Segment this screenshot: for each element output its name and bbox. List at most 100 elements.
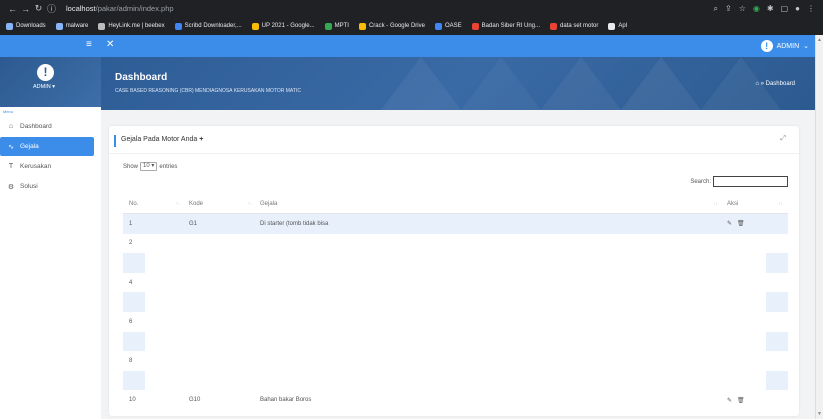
browser-chrome: ← → ↻ ⓘ localhost/pakar/admin/index.php … — [0, 0, 823, 35]
address-bar[interactable]: localhost/pakar/admin/index.php — [66, 4, 174, 13]
bookmark-item[interactable]: MPTI — [324, 22, 349, 30]
scroll-down-icon[interactable]: ▼ — [817, 411, 822, 417]
bookmark-favicon-icon — [550, 22, 558, 30]
sidebar-item-gejala[interactable]: ∿ Gejala — [0, 137, 94, 156]
profile-icon[interactable]: ● — [795, 4, 800, 14]
page-title: Dashboard — [115, 72, 168, 83]
gear-icon: ⚙ — [7, 183, 15, 191]
user-logo-icon: ! — [37, 64, 54, 81]
col-kode[interactable]: Kode — [189, 201, 203, 207]
entries-length-control: Show 10 ▾ entries — [123, 162, 178, 171]
table-row: 5 — [123, 292, 788, 312]
table-row: 6 — [123, 312, 788, 332]
page-scrollbar[interactable]: ▲ ▼ — [815, 35, 823, 419]
bookmark-favicon-icon — [251, 22, 259, 30]
sidebar-item-kerusakan[interactable]: T Kerusakan — [0, 157, 101, 176]
row-stripe-left — [123, 370, 145, 391]
user-avatar-icon: ! — [760, 40, 773, 52]
col-gejala[interactable]: Gejala — [260, 201, 277, 207]
app-topbar: ≡ ✕ ! ADMIN ⌄ — [0, 35, 823, 57]
sidebar-item-label: Gejala — [20, 143, 39, 150]
bookmark-item[interactable]: Downloads — [6, 22, 46, 30]
edit-icon[interactable]: ✎ — [727, 397, 732, 404]
cell-kode: G1 — [189, 220, 198, 227]
url-host: localhost — [66, 4, 96, 13]
row-actions: ✎ 🗑 — [727, 220, 745, 227]
bookmark-favicon-icon — [6, 22, 13, 30]
bookmark-item[interactable]: malware — [55, 22, 88, 30]
col-aksi[interactable]: Aksi — [727, 201, 738, 207]
table-row: 9 — [123, 370, 788, 391]
table-row: 1 G1 Di starter (tomb tidak bisa ✎ 🗑 — [123, 214, 788, 234]
cell-no: 4 — [129, 279, 133, 286]
card-accent-bar — [114, 135, 116, 147]
info-icon[interactable]: ⓘ — [45, 2, 58, 15]
bookmark-item[interactable]: Apl — [608, 22, 627, 30]
trash-icon[interactable]: 🗑 — [737, 220, 745, 227]
home-icon: ⌂ — [8, 123, 14, 130]
sidebar-user-name[interactable]: ADMIN ▾ — [33, 84, 55, 90]
close-icon[interactable]: ✕ — [106, 39, 114, 50]
window-icon[interactable]: ▢ — [781, 4, 789, 14]
search-input[interactable] — [713, 176, 788, 187]
breadcrumb[interactable]: ⌂ » Dashboard — [755, 81, 795, 87]
bookmark-favicon-icon — [434, 22, 442, 30]
entries-select[interactable]: 10 ▾ — [140, 162, 158, 171]
sidebar-profile: ! ADMIN ▾ — [0, 57, 101, 107]
gejala-card: Gejala Pada Motor Anda + ⤢ Show 10 ▾ ent… — [109, 126, 799, 416]
tag-icon: T — [8, 163, 14, 170]
zoom-icon[interactable]: ⌕ — [714, 4, 718, 14]
sort-icon: ↑↓ — [175, 200, 180, 207]
trash-icon[interactable]: 🗑 — [737, 397, 745, 404]
bookmark-favicon-icon — [98, 22, 106, 30]
search-control: Search: — [690, 176, 788, 187]
bookmark-item[interactable]: OASE — [434, 22, 462, 30]
shield-icon[interactable]: ◉ — [753, 4, 760, 14]
sort-icon: ↑↓ — [713, 200, 718, 207]
page-banner: Dashboard CASE BASED REASONING (CBR) MEN… — [101, 57, 815, 110]
home-icon: ⌂ — [755, 81, 759, 87]
hamburger-icon[interactable]: ≡ — [86, 39, 92, 50]
edit-icon[interactable]: ✎ — [727, 220, 732, 227]
sidebar-item-solusi[interactable]: ⚙ Solusi — [0, 177, 101, 196]
row-stripe-right — [766, 253, 788, 273]
bookmark-item[interactable]: Crack - Google Drive — [358, 22, 425, 30]
scroll-up-icon[interactable]: ▲ — [817, 37, 822, 43]
sort-icon: ↑↓ — [778, 200, 783, 207]
cell-no: 2 — [129, 240, 133, 247]
sidebar-item-dashboard[interactable]: ⌂ Dashboard — [0, 117, 101, 136]
page-subtitle: CASE BASED REASONING (CBR) MENDIAGNOSA K… — [115, 88, 301, 94]
row-stripe-right — [766, 331, 788, 352]
add-icon[interactable]: + — [199, 136, 203, 143]
share-icon[interactable]: ⇪ — [725, 4, 732, 14]
menu-dots-icon[interactable]: ⋮ — [807, 4, 815, 14]
reload-icon[interactable]: ↻ — [32, 3, 45, 14]
table-row: 3 — [123, 253, 788, 273]
table-row: 7 — [123, 331, 788, 352]
admin-user-menu[interactable]: ! ADMIN ⌄ — [760, 40, 809, 52]
sidebar-item-label: Dashboard — [20, 123, 52, 130]
sidebar-item-label: Kerusakan — [20, 163, 52, 170]
cell-gejala: Bahan bakar Boros — [260, 397, 312, 404]
expand-icon[interactable]: ⤢ — [780, 135, 786, 143]
row-actions: ✎ 🗑 — [727, 397, 745, 404]
bookmark-item[interactable]: UP 2021 - Google... — [251, 22, 315, 30]
col-no[interactable]: No. — [129, 201, 138, 207]
cell-no: 1 — [129, 220, 133, 227]
gejala-table: No. ↑↓ Kode ↑↓ Gejala ↑↓ Aksi ↑↓ 1 G1 Di s… — [123, 194, 788, 410]
menu-section-label: Menu — [3, 109, 14, 114]
bookmark-item[interactable]: Badan Siber RI Ung... — [471, 22, 540, 30]
table-row: 8 — [123, 351, 788, 371]
row-stripe-right — [766, 370, 788, 391]
back-icon[interactable]: ← — [6, 4, 19, 14]
cell-no: 10 — [129, 397, 136, 404]
star-icon[interactable]: ☆ — [739, 4, 746, 14]
cell-gejala: Di starter (tomb tidak bisa — [260, 220, 329, 227]
forward-icon[interactable]: → — [19, 4, 32, 14]
extensions-icon[interactable]: ✱ — [767, 4, 774, 14]
chevron-down-icon: ⌄ — [803, 43, 809, 50]
bookmark-item[interactable]: HeyLink.me | beebex — [98, 22, 165, 30]
bookmark-item[interactable]: data set motor — [550, 22, 598, 30]
bookmark-item[interactable]: Scribd Downloader,... — [174, 22, 242, 30]
bookmark-favicon-icon — [55, 22, 63, 30]
